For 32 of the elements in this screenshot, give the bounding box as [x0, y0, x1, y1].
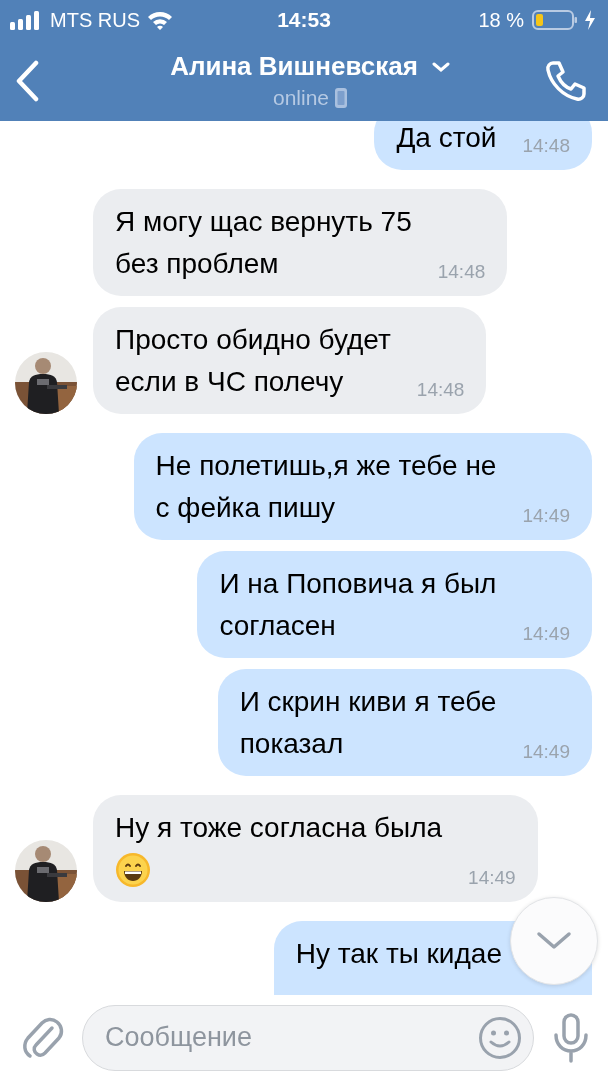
contact-name[interactable]: Алина Вишневская: [170, 51, 418, 82]
chevron-down-icon[interactable]: [536, 930, 572, 952]
battery-percent: 18 %: [478, 8, 524, 32]
message-text: Ну я тоже согласна была: [115, 811, 443, 845]
message-time: 14:48: [437, 261, 486, 284]
message-text: Просто обидно будет если в ЧС полечу: [115, 323, 391, 399]
battery-icon: [532, 9, 578, 31]
message-time: 14:49: [522, 741, 570, 764]
phone-device-icon: [335, 88, 347, 108]
online-status: online: [272, 86, 329, 110]
message-time: 14:49: [522, 623, 570, 646]
back-button[interactable]: [14, 59, 40, 102]
message-text: И скрин киви я тебе показал: [239, 685, 497, 761]
clock: 14:53: [277, 8, 331, 32]
wifi-icon: [146, 10, 174, 30]
carrier-name: MTS RUS: [50, 8, 140, 32]
message-time: 14:48: [522, 135, 570, 158]
message-time: 14:49: [468, 867, 516, 890]
message-text: Не полетишь,я же тебе не с фейка пишу: [155, 449, 497, 525]
message-input-field[interactable]: Сообщение: [82, 1004, 534, 1071]
message-time: 14:49: [522, 505, 570, 528]
message-text: Да стой: [396, 121, 497, 155]
caret-icon[interactable]: [431, 60, 450, 73]
message-time: 14:48: [416, 379, 465, 402]
charging-icon: [584, 10, 596, 30]
emoji-icon[interactable]: [478, 1015, 522, 1060]
message-text: Ну так ты кидае: [295, 937, 502, 971]
call-button[interactable]: [544, 58, 588, 103]
microphone-button[interactable]: [552, 1012, 590, 1063]
message-text: Я могу щас вернуть 75 без проблем: [115, 205, 412, 281]
message-text: И на Поповича я был согласен: [219, 567, 497, 643]
scroll-down-button[interactable]: [510, 897, 598, 985]
